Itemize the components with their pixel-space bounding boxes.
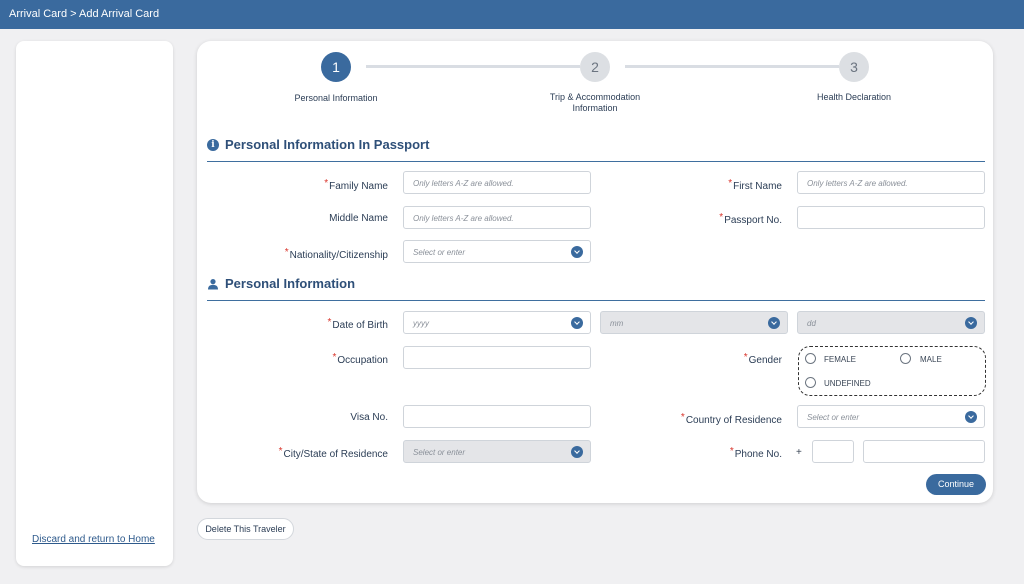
occupation-input[interactable] <box>403 346 591 369</box>
chevron-down-icon <box>768 317 780 329</box>
top-bar: Arrival Card > Add Arrival Card <box>0 0 1024 29</box>
family-name-label: *Family Name <box>324 178 388 192</box>
section-divider <box>207 300 985 301</box>
first-name-input[interactable]: Only letters A-Z are allowed. <box>797 171 985 194</box>
step-3-label: Health Declaration <box>816 92 892 102</box>
chevron-down-icon <box>571 317 583 329</box>
continue-button[interactable]: Continue <box>926 474 986 495</box>
date-of-birth-label: *Date of Birth <box>327 317 389 331</box>
phone-number-input[interactable] <box>863 440 985 463</box>
passport-no-label: *Passport No. <box>719 212 782 226</box>
phone-no-label: *Phone No. <box>729 446 782 460</box>
occupation-label: *Occupation <box>332 352 389 366</box>
gender-undefined-label[interactable]: UNDEFINED <box>824 379 871 388</box>
step-2-label: Trip & Accommodation Information <box>549 92 641 113</box>
step-2-circle[interactable]: 2 <box>580 52 610 82</box>
birth-year-select[interactable]: yyyy <box>403 311 591 334</box>
birth-month-select[interactable]: mm <box>600 311 788 334</box>
personal-section-title: Personal Information <box>207 276 355 291</box>
chevron-down-icon <box>965 317 977 329</box>
person-icon <box>208 278 218 289</box>
country-of-residence-label: *Country of Residence <box>680 412 782 426</box>
visa-no-label: Visa No. <box>350 412 388 423</box>
gender-male-label[interactable]: MALE <box>920 355 942 364</box>
step-connector <box>366 65 580 68</box>
visa-no-input[interactable] <box>403 405 591 428</box>
info-icon: i <box>207 138 219 151</box>
discard-link[interactable]: Discard and return to Home <box>32 534 155 545</box>
passport-no-input[interactable] <box>797 206 985 229</box>
step-connector <box>625 65 839 68</box>
gender-radio-group: FEMALE MALE UNDEFINED <box>798 346 986 396</box>
birth-day-select[interactable]: dd <box>797 311 985 334</box>
section-divider <box>207 161 985 162</box>
nationality-label: *Nationality/Citizenship <box>284 247 388 261</box>
family-name-input[interactable]: Only letters A-Z are allowed. <box>403 171 591 194</box>
nationality-select[interactable]: Select or enter <box>403 240 591 263</box>
country-of-residence-select[interactable]: Select or enter <box>797 405 985 428</box>
step-3-circle[interactable]: 3 <box>839 52 869 82</box>
form-card: 1 Personal Information 2 Trip & Accommod… <box>197 41 993 503</box>
gender-label: *Gender <box>743 352 782 366</box>
phone-plus-sign: + <box>796 447 802 458</box>
city-state-label: *City/State of Residence <box>278 446 388 460</box>
gender-female-label[interactable]: FEMALE <box>824 355 856 364</box>
middle-name-label: Middle Name <box>329 213 388 224</box>
city-state-select[interactable]: Select or enter <box>403 440 591 463</box>
breadcrumb: Arrival Card > Add Arrival Card <box>9 8 160 20</box>
middle-name-input[interactable]: Only letters A-Z are allowed. <box>403 206 591 229</box>
chevron-down-icon <box>965 411 977 423</box>
chevron-down-icon <box>571 446 583 458</box>
delete-traveler-button[interactable]: Delete This Traveler <box>197 518 294 540</box>
gender-male-radio[interactable] <box>900 353 911 364</box>
gender-female-radio[interactable] <box>805 353 816 364</box>
step-1-circle[interactable]: 1 <box>321 52 351 82</box>
step-1-label: Personal Information <box>294 93 378 103</box>
chevron-down-icon <box>571 246 583 258</box>
passport-section-title: i Personal Information In Passport <box>207 137 429 152</box>
phone-country-code-input[interactable] <box>812 440 854 463</box>
gender-undefined-radio[interactable] <box>805 377 816 388</box>
sidebar: Discard and return to Home <box>16 41 173 566</box>
first-name-label: *First Name <box>728 178 782 192</box>
